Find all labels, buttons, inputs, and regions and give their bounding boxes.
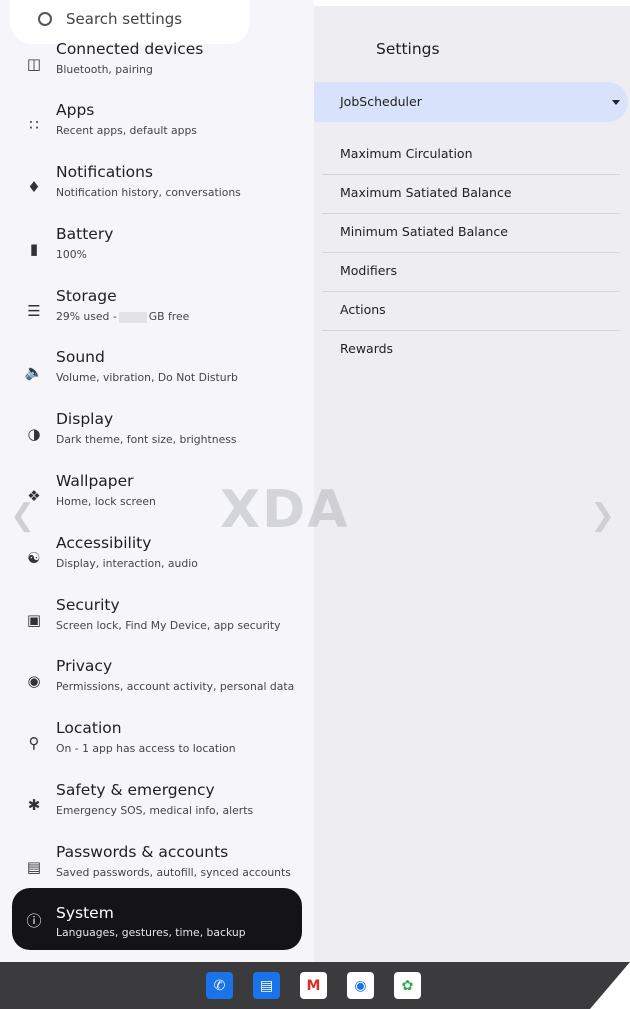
item-subtitle: 100% bbox=[56, 248, 87, 261]
item-title: Storage bbox=[56, 287, 117, 305]
detail-item-actions[interactable]: Actions bbox=[322, 292, 620, 331]
devices-icon: ◫ bbox=[26, 55, 42, 73]
settings-item-location[interactable]: ⚲ Location On - 1 app has access to loca… bbox=[12, 717, 302, 777]
gmail-app-icon[interactable]: M bbox=[300, 972, 327, 999]
item-subtitle: Saved passwords, autofill, synced accoun… bbox=[56, 866, 291, 879]
detail-item-maximum-circulation[interactable]: Maximum Circulation bbox=[322, 136, 620, 175]
dropdown-value: JobScheduler bbox=[340, 94, 422, 109]
detail-item-modifiers[interactable]: Modifiers bbox=[322, 253, 620, 292]
info-icon: ⓘ bbox=[26, 911, 42, 930]
item-title: Accessibility bbox=[56, 534, 152, 552]
redacted-value bbox=[118, 311, 147, 323]
settings-item-accessibility[interactable]: ☯ Accessibility Display, interaction, au… bbox=[12, 532, 302, 592]
chevron-right-icon[interactable]: ❯ bbox=[590, 498, 615, 533]
storage-free: GB free bbox=[148, 310, 190, 323]
chevron-left-icon[interactable]: ❮ bbox=[10, 498, 35, 533]
detail-item-label: Modifiers bbox=[340, 263, 398, 278]
xda-watermark: XDA bbox=[220, 480, 350, 540]
bell-icon: ♦ bbox=[27, 178, 41, 196]
item-title: Sound bbox=[56, 348, 105, 366]
location-pin-icon: ⚲ bbox=[28, 734, 40, 752]
detail-item-maximum-satiated-balance[interactable]: Maximum Satiated Balance bbox=[322, 175, 620, 214]
item-title: Display bbox=[56, 410, 114, 428]
apps-grid-icon: ∷ bbox=[29, 116, 39, 134]
item-title: Safety & emergency bbox=[56, 781, 215, 799]
eye-lock-icon: ◉ bbox=[27, 672, 41, 690]
phone-app-icon[interactable]: ✆ bbox=[206, 972, 233, 999]
item-subtitle: On - 1 app has access to location bbox=[56, 742, 236, 755]
item-subtitle: Dark theme, font size, brightness bbox=[56, 433, 237, 446]
accessibility-icon: ☯ bbox=[27, 549, 41, 567]
item-title: Battery bbox=[56, 225, 114, 243]
account-box-icon: ▤ bbox=[26, 858, 42, 876]
item-title: Connected devices bbox=[56, 40, 204, 58]
detail-item-minimum-satiated-balance[interactable]: Minimum Satiated Balance bbox=[322, 214, 620, 253]
messages-app-icon[interactable]: ▤ bbox=[253, 972, 280, 999]
item-subtitle: Screen lock, Find My Device, app securit… bbox=[56, 619, 281, 632]
settings-item-apps[interactable]: ∷ Apps Recent apps, default apps bbox=[12, 99, 302, 159]
settings-item-battery[interactable]: ▮ Battery 100% bbox=[12, 223, 302, 283]
item-subtitle: Home, lock screen bbox=[56, 495, 156, 508]
settings-item-security[interactable]: ▣ Security Screen lock, Find My Device, … bbox=[12, 594, 302, 654]
jobscheduler-dropdown[interactable]: JobScheduler bbox=[314, 82, 628, 122]
settings-item-storage[interactable]: ☰ Storage 29% used - GB free bbox=[12, 285, 302, 345]
asterisk-icon: ✱ bbox=[27, 796, 41, 814]
item-title: Privacy bbox=[56, 657, 113, 675]
settings-item-notifications[interactable]: ♦ Notifications Notification history, co… bbox=[12, 161, 302, 221]
item-title: Passwords & accounts bbox=[56, 843, 229, 861]
storage-icon: ☰ bbox=[27, 302, 41, 320]
search-icon bbox=[38, 12, 52, 26]
search-placeholder: Search settings bbox=[66, 10, 183, 28]
item-title: Location bbox=[56, 719, 122, 737]
item-subtitle: Bluetooth, pairing bbox=[56, 63, 153, 76]
item-subtitle: Volume, vibration, Do Not Disturb bbox=[56, 371, 238, 384]
settings-item-privacy[interactable]: ◉ Privacy Permissions, account activity,… bbox=[12, 655, 302, 715]
settings-item-system[interactable]: ⓘ System Languages, gestures, time, back… bbox=[12, 888, 302, 950]
page-title: Settings bbox=[376, 40, 440, 58]
item-subtitle: Languages, gestures, time, backup bbox=[56, 926, 246, 939]
settings-item-display[interactable]: ◑ Display Dark theme, font size, brightn… bbox=[12, 408, 302, 468]
photos-app-icon[interactable]: ✿ bbox=[394, 972, 421, 999]
settings-item-connected-devices[interactable]: ◫ Connected devices Bluetooth, pairing bbox=[12, 38, 302, 98]
detail-item-label: Maximum Circulation bbox=[340, 146, 473, 161]
taskbar-dock: ✆ ▤ M ◉ ✿ bbox=[0, 962, 630, 1009]
caret-down-icon bbox=[612, 100, 620, 105]
item-subtitle: Recent apps, default apps bbox=[56, 124, 197, 137]
detail-item-rewards[interactable]: Rewards bbox=[322, 331, 620, 369]
settings-item-sound[interactable]: 🔈 Sound Volume, vibration, Do Not Distur… bbox=[12, 346, 302, 406]
lock-icon: ▣ bbox=[26, 611, 42, 629]
item-title: System bbox=[56, 904, 114, 922]
item-title: Notifications bbox=[56, 163, 154, 181]
detail-item-label: Actions bbox=[340, 302, 386, 317]
item-subtitle: Emergency SOS, medical info, alerts bbox=[56, 804, 254, 817]
settings-item-safety-emergency[interactable]: ✱ Safety & emergency Emergency SOS, medi… bbox=[12, 779, 302, 839]
item-subtitle: Notification history, conversations bbox=[56, 186, 241, 199]
item-title: Wallpaper bbox=[56, 472, 134, 490]
storage-used: 29% used - bbox=[56, 310, 117, 323]
detail-item-label: Minimum Satiated Balance bbox=[340, 224, 508, 239]
chrome-app-icon[interactable]: ◉ bbox=[347, 972, 374, 999]
dock-corner bbox=[590, 962, 630, 1009]
item-subtitle: Permissions, account activity, personal … bbox=[56, 680, 295, 693]
brightness-icon: ◑ bbox=[27, 425, 41, 443]
item-title: Apps bbox=[56, 101, 95, 119]
speaker-icon: 🔈 bbox=[24, 363, 44, 381]
item-subtitle: Display, interaction, audio bbox=[56, 557, 198, 570]
detail-item-label: Rewards bbox=[340, 341, 394, 356]
battery-icon: ▮ bbox=[29, 240, 39, 258]
detail-item-label: Maximum Satiated Balance bbox=[340, 185, 512, 200]
item-title: Security bbox=[56, 596, 120, 614]
item-subtitle: 29% used - GB free bbox=[56, 310, 189, 323]
